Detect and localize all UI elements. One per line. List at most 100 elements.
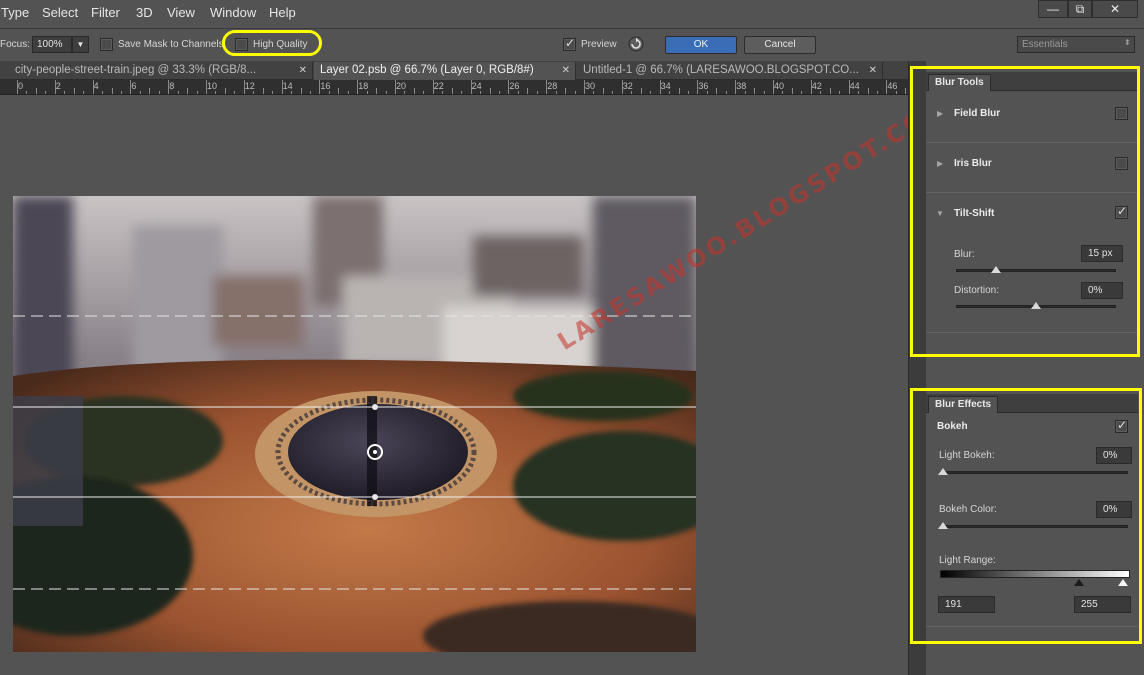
ruler-tick (54, 80, 56, 94)
blur-slider-thumb[interactable] (991, 266, 1001, 273)
bokeh-color-thumb[interactable] (938, 522, 948, 529)
ruler-tick (489, 88, 491, 94)
light-range-low-thumb[interactable] (1074, 579, 1084, 586)
collapsed-triangle-icon[interactable]: ▶ (937, 109, 943, 118)
focus-input[interactable]: 100% (32, 36, 72, 53)
close-tab-icon[interactable]: ✕ (869, 62, 877, 79)
tilt-shift-photo[interactable] (13, 196, 696, 652)
iris-blur-checkbox[interactable] (1115, 157, 1128, 170)
ruler-tick (206, 80, 207, 94)
ruler-tick (253, 91, 255, 94)
blur-effects-panel: Blur Effects Bokeh Light Bokeh: 0% Bokeh… (926, 394, 1138, 632)
rotate-handle-top[interactable] (372, 404, 378, 410)
workspace-chevron-icon: ⬍ (1124, 38, 1131, 47)
ruler-tick (309, 91, 311, 94)
ruler-tick (669, 91, 671, 94)
ruler-label: 18 (358, 81, 369, 91)
menu-filter[interactable]: Filter (91, 5, 120, 20)
ruler-tick (281, 80, 283, 94)
ruler-tick (858, 91, 860, 94)
close-tab-icon[interactable]: ✕ (299, 62, 307, 79)
focus-dropdown-chevron-down-icon[interactable]: ▼ (72, 36, 89, 53)
field-blur-checkbox[interactable] (1115, 107, 1128, 120)
ruler-tick (697, 80, 699, 94)
ruler-tick (640, 88, 642, 94)
high-quality-checkbox[interactable] (235, 38, 248, 51)
ruler-label: 4 (93, 81, 99, 91)
collapsed-triangle-icon[interactable]: ▶ (937, 159, 943, 168)
focus-label: Focus: (0, 39, 31, 50)
ruler-tick (886, 80, 888, 94)
save-mask-checkbox[interactable] (100, 38, 113, 51)
ruler-tick (584, 80, 585, 94)
ruler-label: 34 (660, 81, 671, 91)
menu-help[interactable]: Help (269, 5, 296, 20)
distortion-slider-thumb[interactable] (1031, 302, 1041, 309)
rotate-handle-bottom[interactable] (372, 494, 378, 500)
ruler-tick (347, 91, 349, 94)
blur-slider[interactable] (956, 269, 1116, 272)
cancel-button[interactable]: Cancel (744, 36, 816, 54)
field-blur-label[interactable]: Field Blur (954, 108, 1000, 119)
ruler-tick (64, 91, 66, 94)
ruler-tick (744, 91, 746, 94)
fountain-pool (288, 404, 468, 500)
ruler-tick (177, 91, 179, 94)
ruler-label: 46 (887, 81, 898, 91)
ruler-tick (442, 91, 444, 94)
ruler-tick (848, 80, 850, 94)
ruler-label: 12 (244, 81, 255, 91)
bokeh-color-field[interactable]: 0% (1096, 501, 1132, 518)
light-bokeh-slider[interactable] (940, 471, 1128, 474)
reset-icon[interactable] (627, 35, 645, 53)
tab-blur-effects[interactable]: Blur Effects (928, 396, 999, 413)
tilt-shift-label[interactable]: Tilt-Shift (954, 208, 994, 219)
tab-label: Untitled-1 @ 66.7% (LARESAWOO.BLOGSPOT.C… (583, 64, 859, 76)
tab-city-people[interactable]: city-people-street-train.jpeg @ 33.3% (R… (9, 62, 313, 80)
light-range-low-field[interactable]: 191 (938, 596, 995, 613)
restore-button[interactable]: ⧉ (1068, 0, 1092, 18)
tab-untitled-1[interactable]: Untitled-1 @ 66.7% (LARESAWOO.BLOGSPOT.C… (577, 62, 883, 80)
ruler-tick (905, 88, 907, 94)
light-range-high-thumb[interactable] (1118, 579, 1128, 586)
tab-layer-02[interactable]: Layer 02.psb @ 66.7% (Layer 0, RGB/8#) ✕ (314, 62, 576, 80)
ruler-label: 30 (585, 81, 596, 91)
ruler-tick (300, 88, 302, 94)
ruler-tick (480, 91, 482, 94)
ruler-tick (413, 88, 415, 94)
preview-checkbox[interactable] (563, 36, 576, 51)
light-bokeh-label: Light Bokeh: (939, 450, 995, 461)
menu-window[interactable]: Window (210, 5, 256, 20)
ruler-tick (376, 88, 378, 94)
light-range-high-field[interactable]: 255 (1074, 596, 1131, 613)
ruler-tick (139, 91, 141, 94)
bokeh-color-slider[interactable] (940, 525, 1128, 528)
light-bokeh-field[interactable]: 0% (1096, 447, 1132, 464)
expanded-triangle-icon[interactable]: ▼ (936, 209, 944, 218)
bokeh-checkbox[interactable] (1115, 418, 1128, 433)
menu-select[interactable]: Select (42, 5, 78, 20)
tab-blur-tools[interactable]: Blur Tools (928, 74, 991, 91)
close-window-button[interactable]: ✕ (1092, 0, 1138, 18)
distortion-value-field[interactable]: 0% (1081, 282, 1123, 299)
blur-value-field[interactable]: 15 px (1081, 245, 1123, 262)
menu-type[interactable]: Type (1, 5, 29, 20)
light-range-gradient[interactable] (940, 570, 1130, 578)
ruler-tick (102, 91, 104, 94)
ruler-tick (92, 80, 94, 94)
ruler-label: 8 (169, 81, 175, 91)
menu-3d[interactable]: 3D (136, 5, 153, 20)
bokeh-label: Bokeh (937, 421, 968, 432)
minimize-button[interactable]: — (1038, 0, 1068, 18)
ok-button[interactable]: OK (665, 36, 737, 54)
bokeh-color-label: Bokeh Color: (939, 504, 997, 515)
ruler-tick (782, 91, 784, 94)
iris-blur-label[interactable]: Iris Blur (954, 158, 992, 169)
close-tab-icon[interactable]: ✕ (562, 62, 570, 79)
ruler-tick (158, 91, 160, 94)
ruler-tick (26, 91, 28, 94)
menu-view[interactable]: View (167, 5, 195, 20)
light-bokeh-thumb[interactable] (938, 468, 948, 475)
tilt-shift-checkbox[interactable] (1115, 204, 1128, 219)
ruler-tick (536, 91, 538, 94)
